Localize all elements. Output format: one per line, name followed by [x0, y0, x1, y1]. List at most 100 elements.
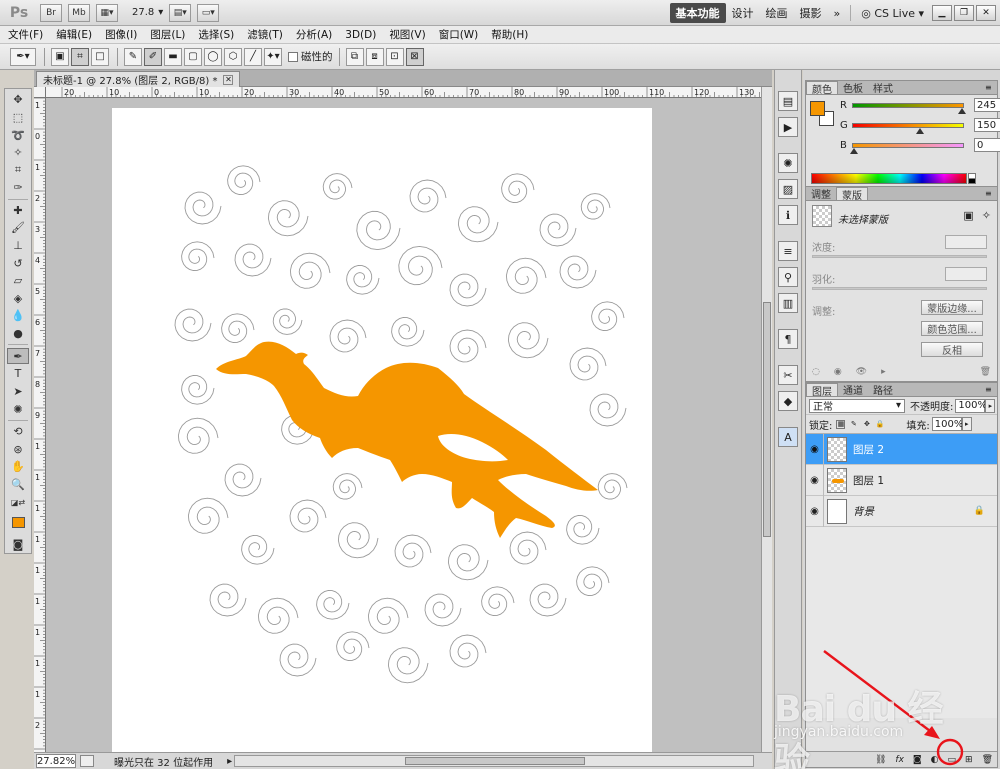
pen-tool-icon[interactable]: ✎	[124, 47, 142, 66]
document-tab[interactable]: 未标题-1 @ 27.8% (图层 2, RGB/8) * ✕	[36, 71, 241, 87]
clone-source-icon[interactable]: ▨	[778, 179, 798, 199]
view-extras-button[interactable]: ▦▾	[96, 3, 118, 22]
invert-button[interactable]: 反相	[921, 342, 983, 357]
brush-panel-icon[interactable]: ≡	[778, 241, 798, 261]
black-white-ramp[interactable]	[968, 173, 976, 184]
tab-color[interactable]: 颜色	[806, 81, 838, 96]
paint-bucket-icon[interactable]: ◈	[7, 291, 29, 307]
3d-panel-icon[interactable]: ◆	[778, 391, 798, 411]
rounded-rectangle-icon[interactable]: ▢	[184, 47, 202, 66]
clone-stamp-icon[interactable]: ⊥	[7, 238, 29, 254]
history-brush-icon[interactable]: ↺	[7, 255, 29, 271]
panel-menu-icon[interactable]: ≡	[985, 189, 995, 198]
subtract-path-icon[interactable]: ⧈	[365, 47, 384, 66]
layer-row-background[interactable]: ◉ 背景 🔒	[806, 495, 997, 527]
green-slider[interactable]	[852, 122, 964, 134]
color-range-button[interactable]: 颜色范围...	[921, 321, 983, 336]
tool-presets-icon[interactable]: ⚲	[778, 267, 798, 287]
mask-edge-button[interactable]: 蒙版边缘...	[921, 300, 983, 315]
blend-mode-select[interactable]: 正常 ▾	[809, 398, 905, 413]
bridge-button[interactable]: Br	[40, 3, 62, 22]
histogram-icon[interactable]: ▥	[778, 293, 798, 313]
opacity-slider-arrow[interactable]: ▸	[985, 398, 996, 413]
visibility-eye-icon[interactable]: ◉	[806, 495, 824, 527]
3d-orbit-icon[interactable]: ⊛	[7, 441, 29, 457]
vertical-ruler[interactable]: 1 0 1 2 3 4 5 6 7 8 9 1 1 1 1 1 1 1 1 1 2	[34, 98, 46, 752]
blue-slider[interactable]	[850, 142, 964, 154]
layer-style-icon[interactable]: fx	[895, 755, 904, 765]
apply-mask-icon[interactable]: ◉	[834, 367, 842, 379]
brush-tool-icon[interactable]: 🖌	[7, 220, 29, 236]
freeform-pen-icon[interactable]: ✐	[144, 47, 162, 66]
shape-tool-icon[interactable]: ✺	[7, 401, 29, 417]
link-layers-icon[interactable]: ⛓	[875, 755, 886, 765]
red-slider-knob[interactable]	[958, 107, 966, 114]
panel-menu-icon[interactable]: ≡	[985, 385, 995, 394]
menu-help[interactable]: 帮助(H)	[491, 27, 528, 42]
menu-analysis[interactable]: 分析(A)	[296, 27, 332, 42]
mini-bridge-button[interactable]: Mb	[68, 3, 90, 22]
rectangle-shape-icon[interactable]: ▬	[164, 47, 182, 66]
ruler-origin[interactable]	[34, 87, 46, 98]
fill-field[interactable]: 100%	[931, 417, 963, 431]
workspace-photography[interactable]: 摄影	[794, 3, 828, 23]
close-tab-icon[interactable]: ✕	[223, 74, 234, 85]
marquee-tool-icon[interactable]: ⬚	[7, 110, 29, 126]
pen-tool-icon[interactable]: ✒	[7, 348, 29, 365]
close-button[interactable]: ✕	[976, 5, 996, 21]
delete-layer-icon[interactable]: 🗑	[982, 755, 993, 765]
foreground-color[interactable]	[810, 101, 825, 116]
fill-pixels-icon[interactable]: □	[91, 47, 109, 66]
default-colors-icon[interactable]: ◪⇄	[7, 494, 29, 510]
workspace-painting[interactable]: 绘画	[760, 3, 794, 23]
foreground-color-swatch[interactable]	[11, 516, 25, 529]
blue-slider-knob[interactable]	[850, 147, 858, 154]
horizontal-scrollbar[interactable]	[234, 755, 754, 767]
ellipse-icon[interactable]: ◯	[204, 47, 222, 66]
opacity-field[interactable]: 100%	[955, 398, 987, 413]
new-layer-icon[interactable]: ⊞	[965, 755, 973, 765]
vertical-scroll-thumb[interactable]	[763, 302, 771, 537]
minimize-button[interactable]: ▁	[932, 5, 952, 21]
tab-styles[interactable]: 样式	[868, 81, 898, 95]
custom-shape-icon[interactable]: ✦▾	[264, 47, 282, 66]
zoom-level-dropdown[interactable]: 27.8 ▾	[132, 7, 163, 18]
menu-window[interactable]: 窗口(W)	[439, 27, 479, 42]
document-canvas[interactable]	[46, 98, 761, 752]
eraser-tool-icon[interactable]: ▱	[7, 273, 29, 289]
lasso-tool-icon[interactable]: ➰	[7, 127, 29, 143]
menu-image[interactable]: 图像(I)	[105, 27, 137, 42]
quick-select-tool-icon[interactable]: ✧	[7, 145, 29, 161]
lock-transparency-icon[interactable]: ▦	[836, 419, 846, 429]
menu-edit[interactable]: 编辑(E)	[56, 27, 92, 42]
tool-options-icon[interactable]: ✂	[778, 365, 798, 385]
crop-tool-icon[interactable]: ⌗	[7, 162, 29, 178]
layer-row-layer-2[interactable]: ◉ 图层 2	[806, 433, 997, 465]
character-panel-icon[interactable]: A	[778, 427, 798, 447]
menu-view[interactable]: 视图(V)	[389, 27, 425, 42]
tab-layers[interactable]: 图层	[806, 383, 838, 398]
add-mask-icon[interactable]: ◙	[913, 755, 922, 765]
new-group-icon[interactable]: ▭	[948, 755, 957, 765]
status-zoom-field[interactable]: 27.82%	[36, 754, 76, 768]
type-tool-icon[interactable]: T	[7, 366, 29, 382]
status-info-icon[interactable]	[80, 755, 94, 767]
horizontal-ruler[interactable]: 20100102030405060708090100110120130140	[46, 87, 761, 98]
tab-swatches[interactable]: 色板	[838, 81, 868, 95]
exclude-path-icon[interactable]: ⊠	[405, 47, 424, 66]
3d-rotate-icon[interactable]: ⟲	[7, 424, 29, 440]
lock-all-icon[interactable]: 🔒	[875, 420, 885, 429]
screen-mode-button[interactable]: ▭▾	[197, 3, 220, 22]
dodge-tool-icon[interactable]: ●	[7, 326, 29, 342]
color-spectrum-bar[interactable]	[811, 173, 967, 184]
status-arrow-icon[interactable]: ▸	[227, 756, 232, 767]
eyedropper-tool-icon[interactable]: ✑	[7, 180, 29, 196]
vector-mask-icon[interactable]: ✧	[982, 209, 991, 222]
delete-mask-icon[interactable]: 🗑	[980, 367, 991, 379]
hand-tool-icon[interactable]: ✋	[7, 459, 29, 475]
mask-visibility-icon[interactable]: 👁	[856, 367, 867, 379]
lock-position-icon[interactable]: ✥	[862, 420, 871, 429]
lock-pixels-icon[interactable]: ✎	[849, 420, 858, 429]
more-workspaces-button[interactable]: »	[828, 3, 847, 23]
actions-panel-icon[interactable]: ▶	[778, 117, 798, 137]
